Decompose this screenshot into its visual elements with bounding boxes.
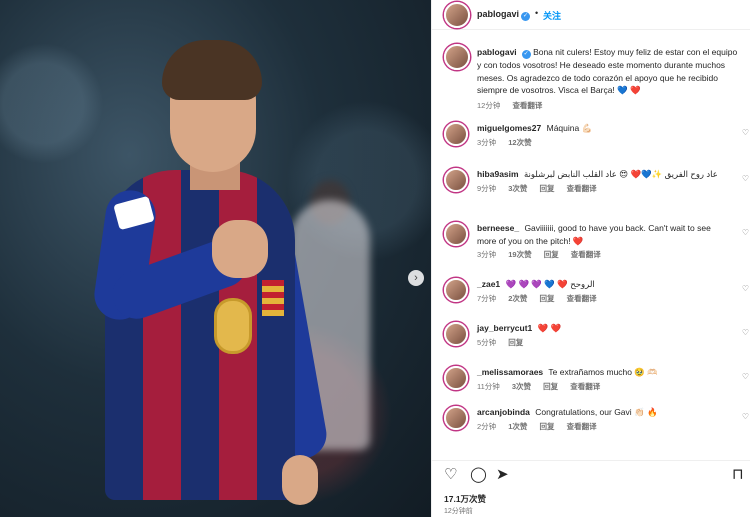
caption-time: 12分钟 bbox=[477, 100, 501, 110]
comment-like-icon[interactable]: ♡ bbox=[742, 328, 749, 337]
comment-body: _melissamoraes Te extrañamos mucho 🥹 🫶🏻 … bbox=[477, 366, 732, 393]
like-count[interactable]: 17.1万次赞 bbox=[444, 493, 486, 505]
comment-like-icon[interactable]: ♡ bbox=[742, 412, 749, 421]
comment-translate[interactable]: 查看翻译 bbox=[567, 422, 597, 431]
comment-like-icon[interactable]: ♡ bbox=[742, 284, 749, 293]
save-icon[interactable]: ⊓ bbox=[732, 467, 744, 482]
commenter-avatar[interactable] bbox=[444, 406, 468, 430]
comment-likes[interactable]: 19次赞 bbox=[508, 250, 531, 259]
comment-username[interactable]: _melissamoraes bbox=[477, 367, 543, 377]
comment-translate[interactable]: 查看翻译 bbox=[567, 184, 597, 193]
club-crest bbox=[214, 298, 252, 354]
verified-badge-icon: ✓ bbox=[521, 12, 531, 21]
comment-likes[interactable]: 2次赞 bbox=[508, 294, 527, 303]
comment-reply[interactable]: 回复 bbox=[540, 184, 555, 193]
caption-meta: 12分钟 查看翻译 bbox=[477, 100, 742, 113]
comment-translate[interactable]: 查看翻译 bbox=[571, 250, 601, 259]
comment-icon[interactable]: ◯ bbox=[470, 467, 487, 482]
author-username-text[interactable]: pablogavi bbox=[477, 9, 519, 19]
player-hand-on-chest bbox=[212, 220, 268, 278]
comment-text: 💜 💜 💜 💙 ❤️ الروحح bbox=[505, 279, 595, 289]
comment-username[interactable]: hiba9asim bbox=[477, 169, 519, 179]
comment-time: 3分钟 bbox=[477, 250, 497, 259]
comment-body: berneese_ Gaviiiiiii, good to have you b… bbox=[477, 222, 732, 262]
comment-likes[interactable]: 3次赞 bbox=[508, 184, 527, 193]
comment-likes[interactable]: 3次赞 bbox=[512, 382, 531, 391]
caption-avatar[interactable] bbox=[444, 44, 470, 70]
comment-reply[interactable]: 回复 bbox=[508, 338, 523, 347]
comment-time: 5分钟 bbox=[477, 337, 497, 347]
comment-body: jay_berrycut1 ❤️ ❤️ 5分钟 回复 bbox=[477, 322, 732, 349]
comment-username[interactable]: arcanjobinda bbox=[477, 407, 530, 417]
comment-body: miguelgomes27 Máquina 💪🏻 3分钟 12次赞 bbox=[477, 122, 732, 149]
comment-meta: 5分钟 回复 bbox=[477, 337, 732, 350]
comment-meta: 3分钟 12次赞 bbox=[477, 137, 732, 150]
post-photo[interactable]: › bbox=[0, 0, 431, 517]
commenter-avatar[interactable] bbox=[444, 278, 468, 302]
comment-username[interactable]: berneese_ bbox=[477, 223, 519, 233]
carousel-next-button[interactable]: › bbox=[408, 270, 424, 286]
comment-reply[interactable]: 回复 bbox=[543, 382, 558, 391]
comment-like-icon[interactable]: ♡ bbox=[742, 174, 749, 183]
comment-username[interactable]: jay_berrycut1 bbox=[477, 323, 532, 333]
author-username[interactable]: pablogavi ✓ bbox=[477, 9, 531, 21]
commenter-avatar[interactable] bbox=[444, 168, 468, 192]
comment-body: arcanjobinda Congratulations, our Gavi 👏… bbox=[477, 406, 732, 433]
post-header: pablogavi ✓ • 关注 bbox=[432, 0, 750, 30]
comment-translate[interactable]: 查看翻译 bbox=[567, 294, 597, 303]
comment-body: _zae1 💜 💜 💜 💙 ❤️ الروحح 7分钟 2次赞 回复 查看翻译 bbox=[477, 278, 732, 305]
share-icon[interactable]: ➤ bbox=[496, 467, 509, 482]
comment-like-icon[interactable]: ♡ bbox=[742, 228, 749, 237]
comment-meta: 2分钟 1次赞 回复 查看翻译 bbox=[477, 421, 732, 434]
comment-reply[interactable]: 回复 bbox=[540, 422, 555, 431]
post-side-panel: pablogavi ✓ • 关注 pablogavi ✓ Bona nit cule… bbox=[431, 0, 750, 517]
commenter-avatar[interactable] bbox=[444, 122, 468, 146]
separator-dot: • bbox=[535, 8, 539, 18]
comment-time: 2分钟 bbox=[477, 421, 497, 431]
caption-username[interactable]: pablogavi bbox=[477, 47, 517, 57]
comment-reply[interactable]: 回复 bbox=[544, 250, 559, 259]
comment-like-icon[interactable]: ♡ bbox=[742, 128, 749, 137]
post-time: 12分钟前 bbox=[444, 508, 473, 515]
comment-text: Congratulations, our Gavi 👏🏻 🔥 bbox=[535, 407, 658, 417]
commenter-avatar[interactable] bbox=[444, 322, 468, 346]
commenter-avatar[interactable] bbox=[444, 366, 468, 390]
player-hand bbox=[282, 455, 318, 505]
comment-time: 9分钟 bbox=[477, 183, 497, 193]
comment-meta: 9分钟 3次赞 回复 查看翻译 bbox=[477, 183, 732, 196]
caption-translate-link[interactable]: 查看翻译 bbox=[512, 101, 542, 110]
comment-username[interactable]: _zae1 bbox=[477, 279, 500, 289]
comment-time: 3分钟 bbox=[477, 137, 497, 147]
comment-like-icon[interactable]: ♡ bbox=[742, 372, 749, 381]
comment-meta: 7分钟 2次赞 回复 查看翻译 bbox=[477, 293, 732, 306]
comment-body: hiba9asim عاد روح الفريق ✨💙❤️ 😍 عاد القل… bbox=[477, 168, 732, 195]
caption-body: pablogavi ✓ Bona nit culers! Estoy muy fe… bbox=[477, 46, 742, 112]
comment-time: 11分钟 bbox=[477, 381, 500, 391]
comment-likes[interactable]: 12次赞 bbox=[508, 138, 531, 147]
captain-armband bbox=[262, 280, 284, 316]
comment-reply[interactable]: 回复 bbox=[540, 294, 555, 303]
comment-text: Te extrañamos mucho 🥹 🫶🏻 bbox=[548, 367, 658, 377]
comment-meta: 11分钟 3次赞 回复 查看翻译 bbox=[477, 381, 732, 394]
follow-button[interactable]: 关注 bbox=[543, 9, 561, 22]
commenter-avatar[interactable] bbox=[444, 222, 468, 246]
comment-text: Máquina 💪🏻 bbox=[546, 123, 593, 133]
verified-badge-icon: ✓ bbox=[521, 50, 531, 59]
author-avatar[interactable] bbox=[444, 2, 470, 28]
comment-likes[interactable]: 1次赞 bbox=[508, 422, 527, 431]
comment-meta: 3分钟 19次赞 回复 查看翻译 bbox=[477, 249, 732, 262]
comment-text: عاد روح الفريق ✨💙❤️ 😍 عاد القلب النابض ل… bbox=[523, 169, 718, 179]
comment-username[interactable]: miguelgomes27 bbox=[477, 123, 541, 133]
comment-time: 7分钟 bbox=[477, 293, 497, 303]
like-icon[interactable]: ♡ bbox=[444, 467, 457, 482]
comment-translate[interactable]: 查看翻译 bbox=[570, 382, 600, 391]
comment-text: ❤️ ❤️ bbox=[537, 323, 562, 333]
post-action-bar: ♡ ◯ ➤ ⊓ bbox=[432, 460, 750, 486]
